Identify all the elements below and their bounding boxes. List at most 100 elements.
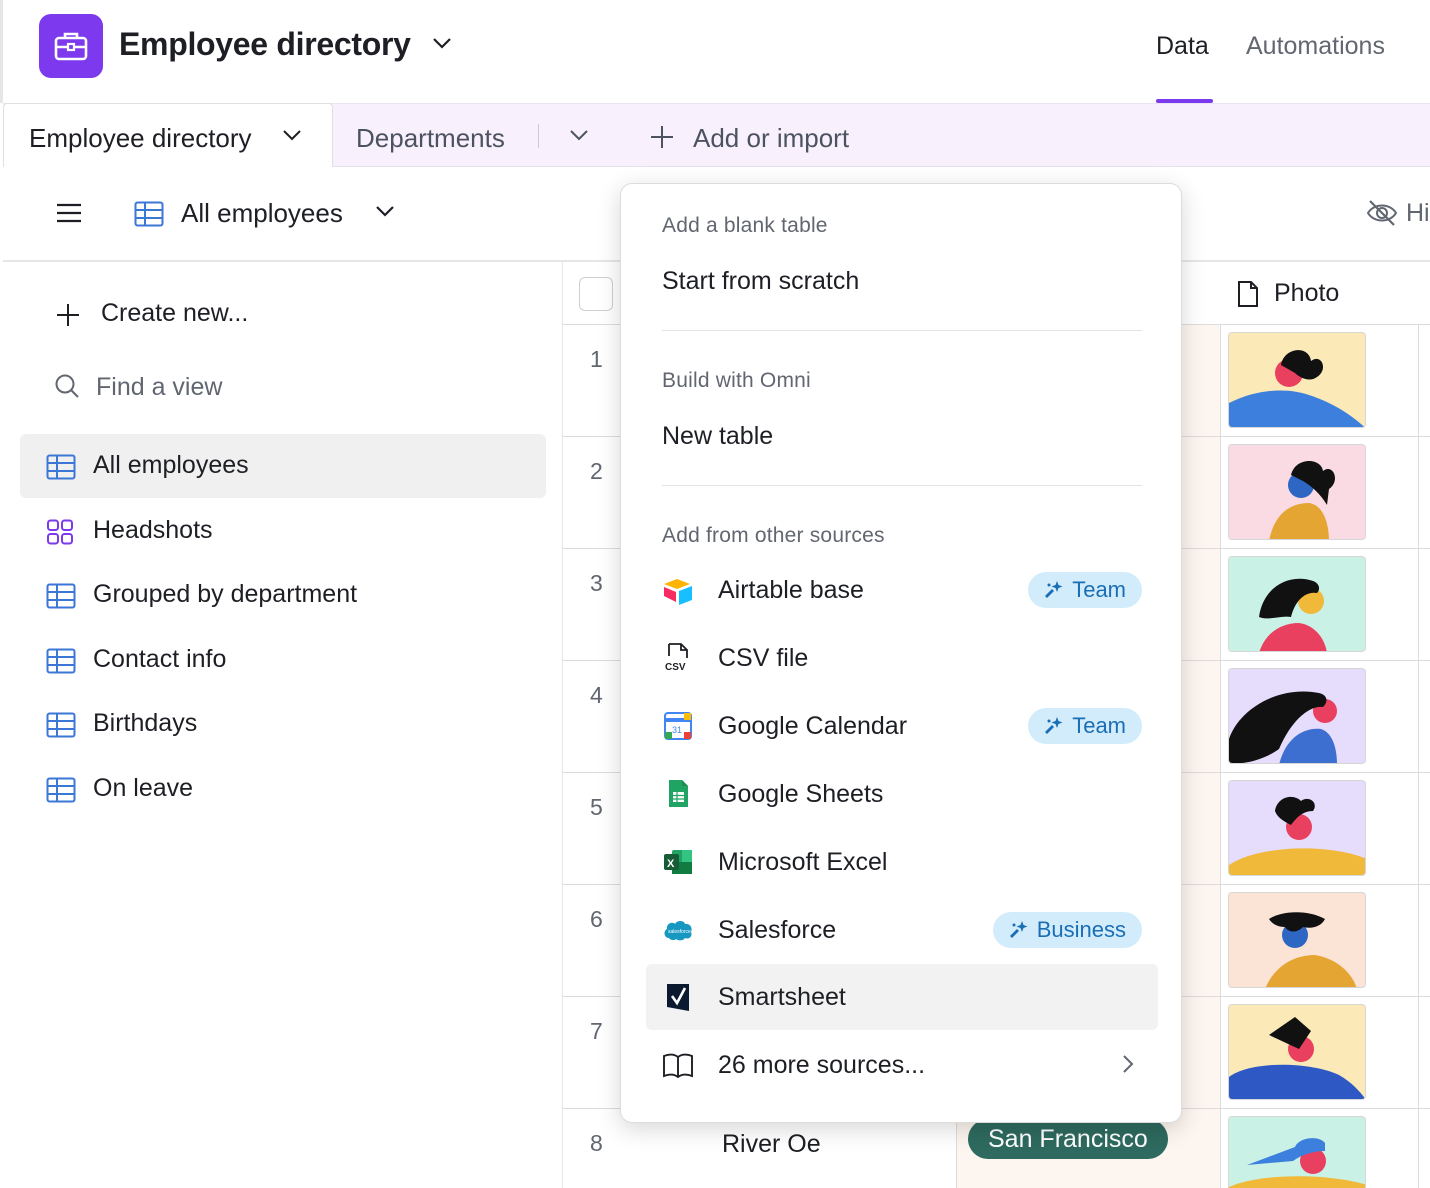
base-title[interactable]: Employee directory xyxy=(119,26,411,63)
grid-view-icon xyxy=(46,712,76,743)
plan-badge-label: Business xyxy=(1036,917,1126,942)
grid-view-icon xyxy=(46,648,76,679)
source-label: 26 more sources... xyxy=(718,1051,926,1079)
sidebar-item-all-employees[interactable]: All employees xyxy=(20,434,546,498)
excel-icon: X xyxy=(662,846,694,878)
attachment-field-icon xyxy=(1236,280,1260,313)
source-label: Google Sheets xyxy=(718,780,884,808)
menu-divider xyxy=(662,330,1142,331)
select-all-checkbox[interactable] xyxy=(579,277,613,311)
sidebar-item-label: Contact info xyxy=(93,645,227,673)
plan-badge: Team xyxy=(1028,572,1142,608)
chevron-down-icon[interactable] xyxy=(569,128,589,146)
source-label: Google Calendar xyxy=(718,712,908,740)
eye-off-icon[interactable] xyxy=(1366,199,1398,232)
sidebar-item-contact-info[interactable]: Contact info xyxy=(20,628,546,692)
chevron-down-icon[interactable] xyxy=(374,204,396,223)
new-table-option[interactable]: New table xyxy=(662,422,773,451)
photo-column-header[interactable]: Photo xyxy=(1274,279,1339,308)
photo-thumbnail[interactable] xyxy=(1228,556,1366,652)
views-sidebar: Create new... All employees Headshots Gr… xyxy=(3,262,563,1188)
current-view-name[interactable]: All employees xyxy=(181,198,343,229)
source-label: CSV file xyxy=(718,644,809,672)
menu-section-heading: Build with Omni xyxy=(662,369,811,392)
photo-thumbnail[interactable] xyxy=(1228,1116,1366,1188)
plus-icon[interactable] xyxy=(55,302,81,333)
chevron-right-icon xyxy=(1122,1054,1134,1079)
grid-view-icon xyxy=(134,201,164,232)
add-or-import-button[interactable]: Add or import xyxy=(693,123,849,154)
photo-thumbnail[interactable] xyxy=(1228,1004,1366,1100)
row-number: 7 xyxy=(590,1018,603,1044)
plan-badge-label: Team xyxy=(1072,577,1126,602)
find-view-input[interactable] xyxy=(96,369,496,405)
tab-divider xyxy=(538,124,539,148)
hide-fields-button[interactable]: Hi xyxy=(1406,199,1430,228)
photo-thumbnail[interactable] xyxy=(1228,780,1366,876)
app-header: Employee directory Data Automations xyxy=(0,0,1430,103)
plan-badge-label: Team xyxy=(1072,713,1126,738)
row-number: 1 xyxy=(590,346,603,372)
tab-departments[interactable]: Departments xyxy=(356,123,505,154)
source-airtable-base[interactable]: Airtable base Team xyxy=(646,557,1158,623)
start-from-scratch-option[interactable]: Start from scratch xyxy=(662,267,859,296)
svg-text:X: X xyxy=(667,858,675,870)
sidebar-item-label: Headshots xyxy=(93,516,213,544)
source-salesforce[interactable]: salesforce Salesforce Business xyxy=(646,897,1158,963)
row-number: 4 xyxy=(590,682,603,708)
upgrade-sparkle-icon xyxy=(1045,717,1063,734)
sidebar-item-birthdays[interactable]: Birthdays xyxy=(20,692,546,756)
sidebar-item-label: Birthdays xyxy=(93,709,198,737)
photo-thumbnail[interactable] xyxy=(1228,332,1366,428)
tab-label: Employee directory xyxy=(29,123,252,153)
sidebar-item-on-leave[interactable]: On leave xyxy=(20,757,546,821)
plan-badge: Team xyxy=(1028,708,1142,744)
photo-thumbnail[interactable] xyxy=(1228,668,1366,764)
airtable-icon xyxy=(662,574,694,606)
google-sheets-icon xyxy=(662,778,694,810)
chevron-down-icon[interactable] xyxy=(282,128,302,146)
location-tag: San Francisco xyxy=(968,1119,1168,1159)
svg-text:salesforce: salesforce xyxy=(668,929,691,935)
nav-automations-tab[interactable]: Automations xyxy=(1246,32,1385,61)
svg-text:CSV: CSV xyxy=(665,662,686,673)
plan-badge: Business xyxy=(992,912,1142,948)
source-smartsheet[interactable]: Smartsheet xyxy=(646,964,1158,1030)
source-google-sheets[interactable]: Google Sheets xyxy=(646,761,1158,827)
grid-view-icon xyxy=(46,454,76,485)
photo-thumbnail[interactable] xyxy=(1228,444,1366,540)
source-label: Airtable base xyxy=(718,576,864,604)
gallery-view-icon xyxy=(46,519,74,550)
menu-section-heading: Add from other sources xyxy=(662,524,885,547)
source-label: Microsoft Excel xyxy=(718,848,888,876)
plus-icon[interactable] xyxy=(649,124,675,155)
grid-view-icon xyxy=(46,777,76,808)
sidebar-item-headshots[interactable]: Headshots xyxy=(20,499,546,563)
row-number: 5 xyxy=(590,794,603,820)
briefcase-icon[interactable] xyxy=(39,14,103,78)
photo-thumbnail[interactable] xyxy=(1228,892,1366,988)
source-label: Salesforce xyxy=(718,916,837,944)
create-new-button[interactable]: Create new... xyxy=(101,299,248,328)
book-icon xyxy=(662,1049,694,1081)
add-or-import-menu: Add a blank table Start from scratch Bui… xyxy=(620,183,1182,1123)
menu-divider xyxy=(662,485,1142,486)
table-tabs-bar: Employee directory Departments Add or im… xyxy=(3,103,1430,168)
row-number: 6 xyxy=(590,906,603,932)
grid-view-icon xyxy=(46,583,76,614)
upgrade-sparkle-icon xyxy=(1009,921,1028,938)
salesforce-icon: salesforce xyxy=(662,914,694,946)
nav-data-tab[interactable]: Data xyxy=(1156,32,1209,61)
sidebar-item-grouped-by-department[interactable]: Grouped by department xyxy=(20,563,546,627)
source-microsoft-excel[interactable]: X Microsoft Excel xyxy=(646,829,1158,895)
upgrade-sparkle-icon xyxy=(1045,581,1063,598)
source-google-calendar[interactable]: 31 Google Calendar Team xyxy=(646,693,1158,759)
chevron-down-icon[interactable] xyxy=(431,36,453,55)
search-icon xyxy=(54,373,80,404)
sidebar-item-label: All employees xyxy=(93,451,249,479)
tab-employee-directory[interactable]: Employee directory xyxy=(3,103,333,168)
menu-icon[interactable] xyxy=(56,202,82,229)
more-sources-item[interactable]: 26 more sources... xyxy=(646,1032,1158,1098)
source-csv-file[interactable]: CSV CSV file xyxy=(646,625,1158,691)
svg-text:31: 31 xyxy=(672,725,682,735)
